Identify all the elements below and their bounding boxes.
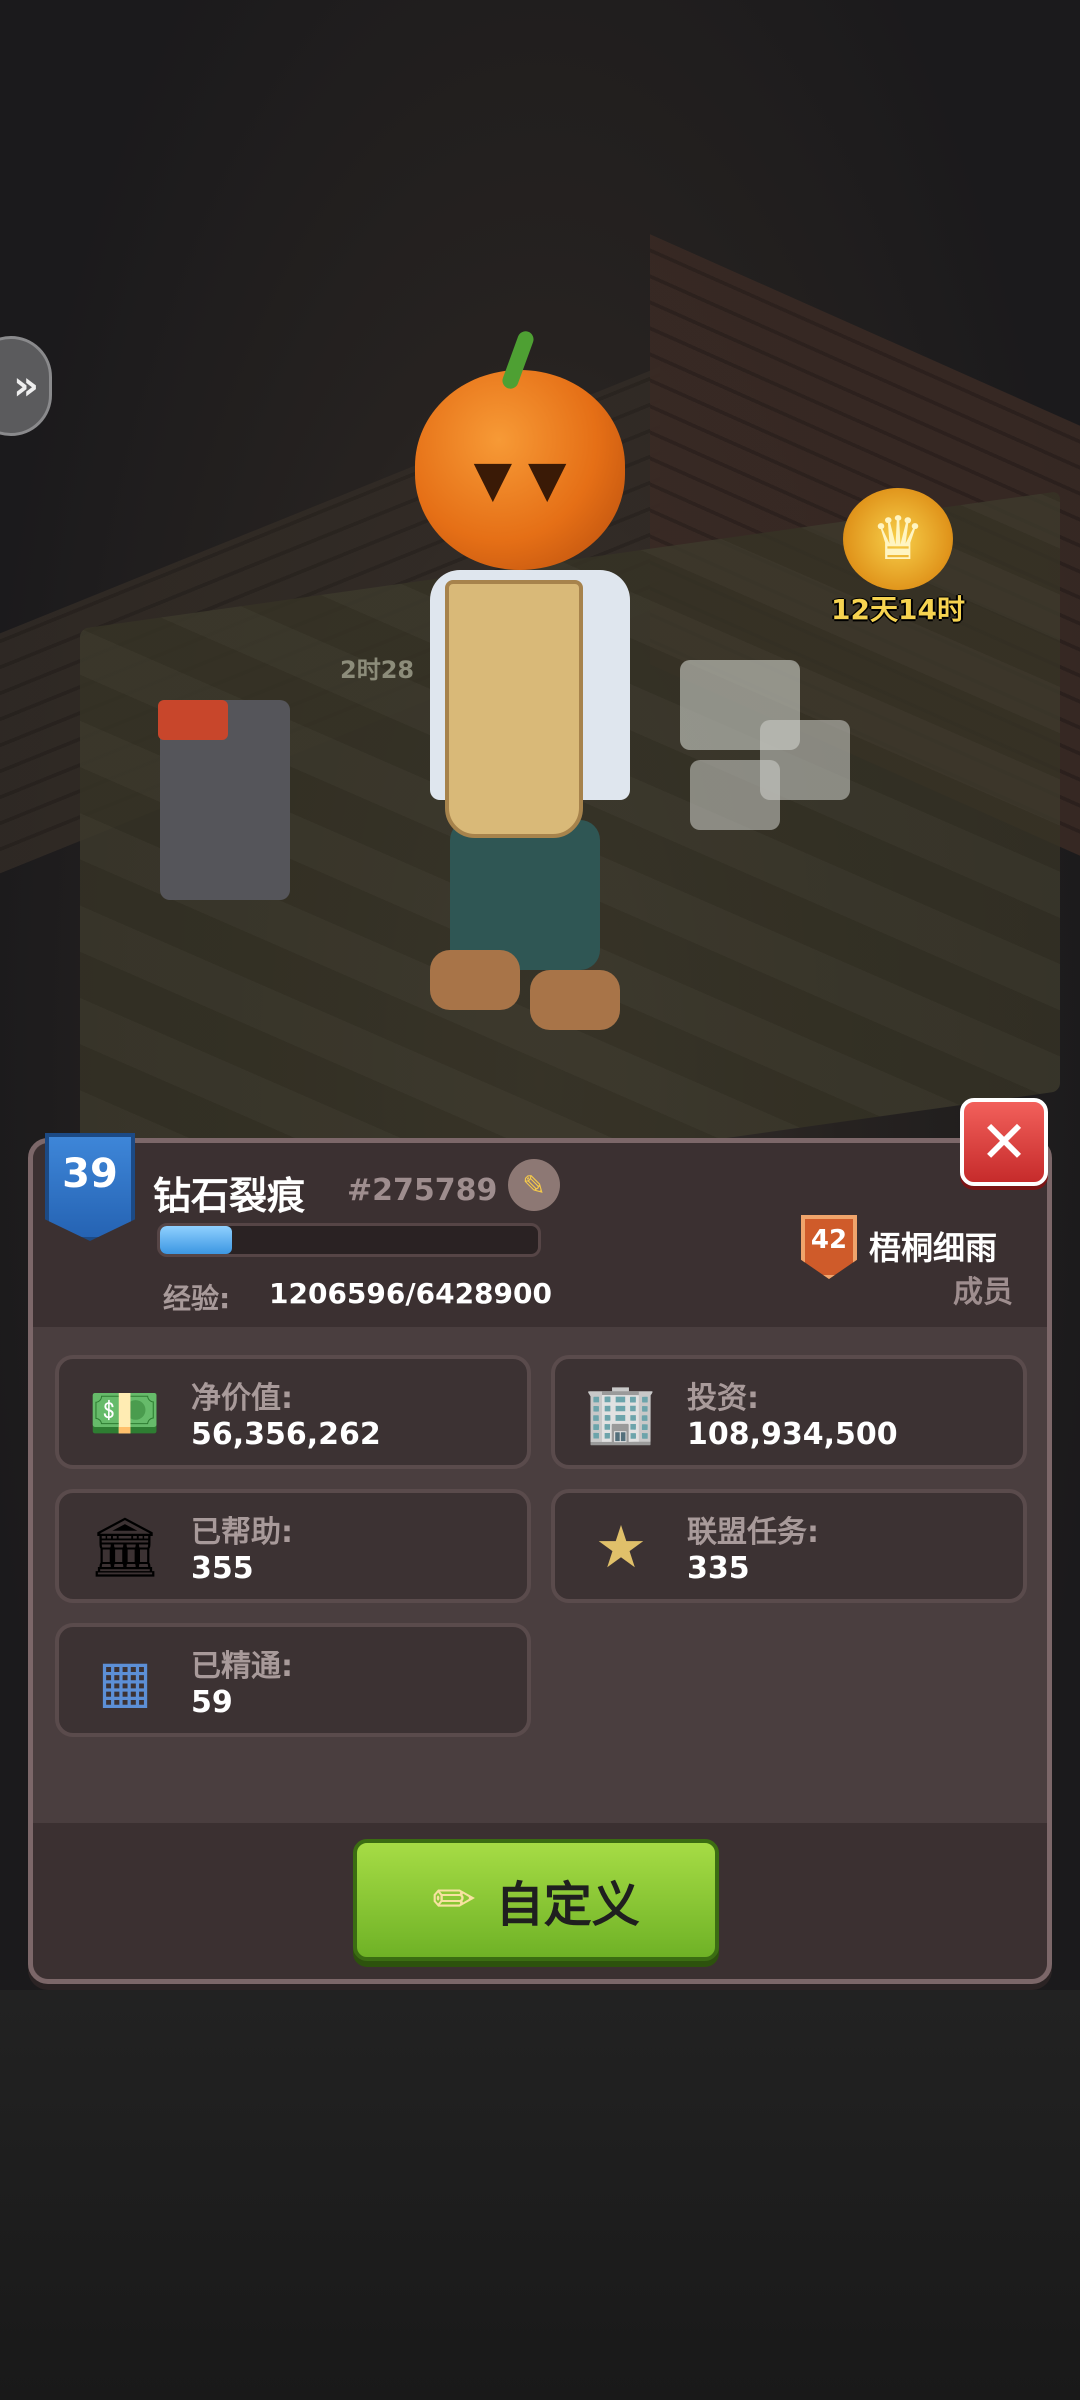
stat-value: 56,356,262 — [191, 1417, 381, 1452]
stat-value: 335 — [687, 1551, 750, 1586]
pencil-icon: ✎ — [522, 1168, 546, 1202]
close-button[interactable]: ✕ — [960, 1098, 1048, 1186]
profile-header: 39 钻石裂痕 #275789 ✎ 经验: 1206596/6428900 42… — [33, 1133, 1047, 1327]
stat-label: 联盟任务: — [687, 1515, 819, 1550]
alliance-role: 成员 — [953, 1275, 1013, 1310]
edit-name-button[interactable]: ✎ — [508, 1159, 560, 1211]
stat-helped[interactable]: 🏛 已帮助: 355 — [55, 1489, 531, 1603]
stat-value: 355 — [191, 1551, 254, 1586]
equipment-shelf — [690, 760, 780, 830]
xp-label: 经验: — [163, 1282, 231, 1315]
stat-investment[interactable]: 🏢 投资: 108,934,500 — [551, 1355, 1027, 1469]
player-profile-panel: 39 钻石裂痕 #275789 ✎ 经验: 1206596/6428900 42… — [28, 1133, 1052, 1984]
stat-label: 已精通: — [191, 1649, 293, 1684]
building-icon: 🏢 — [584, 1378, 658, 1447]
stat-label: 投资: — [687, 1381, 759, 1416]
close-icon: ✕ — [979, 1108, 1029, 1176]
stat-value: 108,934,500 — [687, 1417, 898, 1452]
sheriff-star-icon: ★ — [595, 1513, 647, 1581]
xp-progress-fill — [160, 1226, 232, 1254]
customize-label: 自定义 — [495, 1877, 640, 1933]
crown-icon: ♛ — [843, 488, 953, 590]
stat-value: 59 — [191, 1685, 233, 1720]
customize-button[interactable]: ✏ 自定义 — [353, 1839, 719, 1961]
stat-label: 已帮助: — [191, 1515, 293, 1550]
player-id: #275789 — [347, 1173, 498, 1208]
heart-bank-icon: 🏛 — [88, 1512, 162, 1581]
scene-lower-shade — [0, 1990, 1080, 2400]
workshop-machine-top — [158, 700, 228, 740]
stat-mastered[interactable]: ▦ 已精通: 59 — [55, 1623, 531, 1737]
double-chevron-icon: » — [13, 363, 39, 409]
blueprint-icon: ▦ — [97, 1647, 153, 1715]
player-level-badge: 39 — [45, 1133, 135, 1241]
stat-net-worth[interactable]: 💵 净价值: 56,356,262 — [55, 1355, 531, 1469]
alliance-level-shield[interactable]: 42 — [801, 1215, 857, 1279]
panel-footer: ✏ 自定义 — [33, 1823, 1047, 1979]
stat-alliance-tasks[interactable]: ★ 联盟任务: 335 — [551, 1489, 1027, 1603]
cash-stack-icon: 💵 — [88, 1378, 162, 1447]
xp-progress-bar — [157, 1223, 541, 1257]
xp-value: 1206596/6428900 — [269, 1277, 552, 1310]
pencil-icon: ✏ — [432, 1870, 476, 1930]
alliance-name[interactable]: 梧桐细雨 — [869, 1223, 997, 1269]
crown-event-badge[interactable]: ♛ 12天14时 — [828, 488, 968, 628]
pumpkin-head-character: ▼ ▼ — [390, 320, 690, 1060]
player-name: 钻石裂痕 — [153, 1174, 306, 1218]
stat-label: 净价值: — [191, 1381, 293, 1416]
event-timer: 12天14时 — [831, 593, 965, 626]
